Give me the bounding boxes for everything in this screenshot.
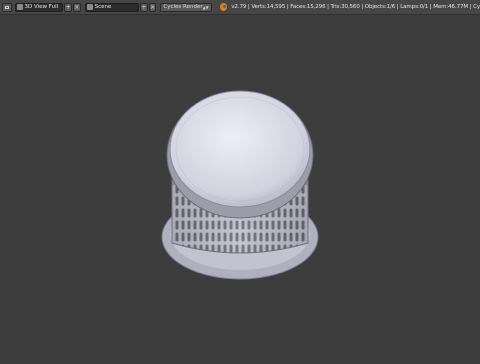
- screen-layout-field[interactable]: 3D View Full: [14, 2, 64, 12]
- scene-field[interactable]: Scene: [84, 2, 140, 12]
- blender-logo-icon: [219, 3, 228, 11]
- delete-scene-button[interactable]: ×: [148, 2, 157, 12]
- info-header: 3D View Full + × Scene + × Cycles Render…: [0, 0, 480, 15]
- editor-type-icon[interactable]: [2, 2, 12, 12]
- 3d-viewport[interactable]: [0, 15, 480, 360]
- scene-stats: v2.79 | Verts:14,595 | Faces:15,296 | Tr…: [231, 4, 480, 10]
- scene-value: Scene: [94, 4, 112, 10]
- delete-layout-button[interactable]: ×: [73, 2, 81, 12]
- lid-top: [169, 90, 311, 208]
- add-scene-button[interactable]: +: [140, 2, 148, 12]
- render-engine-dropdown[interactable]: Cycles Render ▲▼: [160, 2, 212, 12]
- viewport-canvas[interactable]: [0, 15, 480, 360]
- layout-icon: [16, 4, 23, 10]
- screen-layout-value: 3D View Full: [24, 4, 59, 10]
- scene-icon: [86, 4, 93, 10]
- chevron-updown-icon: ▲▼: [202, 4, 209, 10]
- render-engine-value: Cycles Render: [163, 4, 203, 10]
- add-layout-button[interactable]: +: [64, 2, 72, 12]
